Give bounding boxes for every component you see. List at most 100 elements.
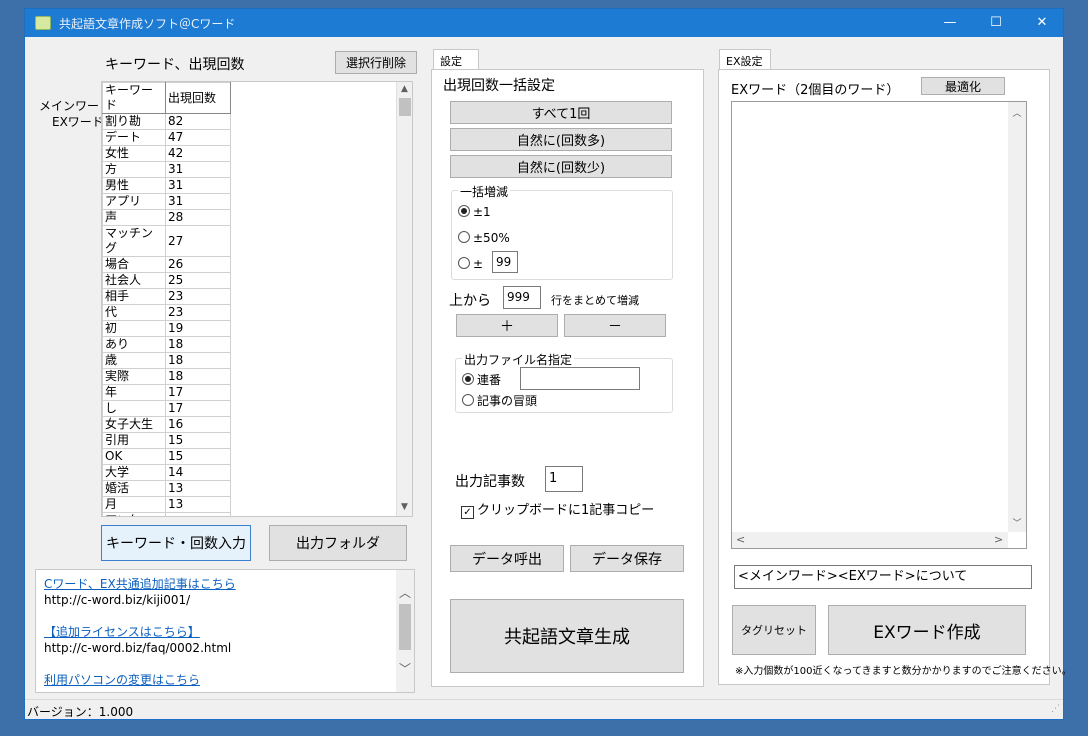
close-button[interactable]: ✕ bbox=[1019, 9, 1065, 37]
count-cell[interactable]: 42 bbox=[165, 145, 231, 162]
keyword-cell[interactable]: 割り勘 bbox=[102, 113, 166, 130]
table-row[interactable]: 社会人 25 bbox=[102, 272, 231, 289]
table-row[interactable]: 男性 31 bbox=[102, 177, 231, 194]
table-row[interactable]: 割り勘 82 bbox=[102, 113, 231, 130]
serial-filename-input[interactable] bbox=[520, 367, 640, 390]
count-cell[interactable]: 26 bbox=[165, 256, 231, 273]
save-data-button[interactable]: データ保存 bbox=[570, 545, 684, 572]
count-cell[interactable]: 17 bbox=[165, 400, 231, 417]
tag-reset-button[interactable]: タグリセット bbox=[732, 605, 816, 655]
keyword-cell[interactable]: アンケート bbox=[102, 512, 166, 516]
keyword-grid-scrollbar[interactable]: ▲ ▼ bbox=[396, 82, 412, 516]
keyword-cell[interactable]: 代 bbox=[102, 304, 166, 321]
ex-word-create-button[interactable]: EXワード作成 bbox=[828, 605, 1026, 655]
all-once-button[interactable]: すべて1回 bbox=[450, 101, 672, 124]
keyword-cell[interactable]: し bbox=[102, 400, 166, 417]
table-row[interactable]: 実際 18 bbox=[102, 368, 231, 385]
count-cell[interactable]: 31 bbox=[165, 161, 231, 178]
table-row[interactable]: デート 47 bbox=[102, 129, 231, 146]
keyword-cell[interactable]: 女子大生 bbox=[102, 416, 166, 433]
radio-plusminus-50[interactable]: ±50% bbox=[458, 231, 510, 245]
keyword-cell[interactable]: 月 bbox=[102, 496, 166, 513]
table-row[interactable]: アプリ 31 bbox=[102, 193, 231, 210]
maximize-button[interactable]: ☐ bbox=[973, 9, 1019, 37]
scroll-down-arrow-icon[interactable]: ▼ bbox=[397, 502, 412, 512]
ex-scroll-left-icon[interactable]: < bbox=[736, 533, 745, 546]
count-cell[interactable]: 16 bbox=[165, 416, 231, 433]
custom-amount-input[interactable]: 99 bbox=[492, 251, 518, 273]
natural-less-button[interactable]: 自然に(回数少) bbox=[450, 155, 672, 178]
count-cell[interactable]: 47 bbox=[165, 129, 231, 146]
keyword-cell[interactable]: 年 bbox=[102, 384, 166, 401]
keyword-cell[interactable]: 引用 bbox=[102, 432, 166, 449]
count-cell[interactable]: 31 bbox=[165, 177, 231, 194]
keyword-cell[interactable]: デート bbox=[102, 129, 166, 146]
table-row[interactable]: 婚活 13 bbox=[102, 480, 231, 497]
keyword-cell[interactable]: 歳 bbox=[102, 352, 166, 369]
keyword-cell[interactable]: 初 bbox=[102, 320, 166, 337]
count-cell[interactable]: 82 bbox=[165, 113, 231, 130]
table-row[interactable]: 方 31 bbox=[102, 161, 231, 178]
table-row[interactable]: 歳 18 bbox=[102, 352, 231, 369]
output-folder-button[interactable]: 出力フォルダ bbox=[269, 525, 407, 561]
count-cell[interactable]: 19 bbox=[165, 320, 231, 337]
load-data-button[interactable]: データ呼出 bbox=[450, 545, 564, 572]
table-row[interactable]: 月 13 bbox=[102, 496, 231, 513]
keyword-cell[interactable]: OK bbox=[102, 448, 166, 465]
table-row[interactable]: 初 19 bbox=[102, 320, 231, 337]
resize-grip-icon[interactable]: ⋰ bbox=[1051, 704, 1060, 714]
minimize-button[interactable]: — bbox=[927, 9, 973, 37]
delete-selected-rows-button[interactable]: 選択行削除 bbox=[335, 51, 417, 74]
count-cell[interactable]: 23 bbox=[165, 288, 231, 305]
ex-textarea-vscrollbar[interactable]: ︿ ﹀ bbox=[1008, 102, 1026, 532]
table-row[interactable]: 代 23 bbox=[102, 304, 231, 321]
count-cell[interactable]: 25 bbox=[165, 272, 231, 289]
radio-plusminus-custom[interactable]: ± bbox=[458, 257, 483, 271]
count-cell[interactable]: 15 bbox=[165, 448, 231, 465]
increase-button[interactable]: ＋ bbox=[456, 314, 558, 337]
tab-settings[interactable]: 設定 bbox=[433, 49, 479, 70]
radio-serial-number[interactable]: 連番 bbox=[462, 371, 501, 388]
decrease-button[interactable]: － bbox=[564, 314, 666, 337]
scroll-up-arrow-icon[interactable]: ▲ bbox=[397, 84, 412, 94]
count-cell[interactable]: 27 bbox=[165, 225, 231, 257]
keyword-cell[interactable]: 相手 bbox=[102, 288, 166, 305]
article-count-input[interactable]: 1 bbox=[545, 466, 583, 492]
count-cell[interactable]: 17 bbox=[165, 384, 231, 401]
count-cell[interactable]: 15 bbox=[165, 432, 231, 449]
ex-scroll-down-icon[interactable]: ﹀ bbox=[1008, 516, 1026, 529]
count-cell[interactable]: 18 bbox=[165, 336, 231, 353]
table-row[interactable]: 女性 42 bbox=[102, 145, 231, 162]
keyword-cell[interactable]: 方 bbox=[102, 161, 166, 178]
table-row[interactable]: アンケート13 bbox=[102, 512, 231, 516]
ex-scroll-up-icon[interactable]: ︿ bbox=[1008, 106, 1026, 119]
keyword-cell[interactable]: 大学 bbox=[102, 464, 166, 481]
table-row[interactable]: 相手 23 bbox=[102, 288, 231, 305]
keyword-cell[interactable]: 婚活 bbox=[102, 480, 166, 497]
keyword-cell[interactable]: 実際 bbox=[102, 368, 166, 385]
count-cell[interactable]: 28 bbox=[165, 209, 231, 226]
count-cell[interactable]: 18 bbox=[165, 368, 231, 385]
count-cell[interactable]: 18 bbox=[165, 352, 231, 369]
table-row[interactable]: 引用 15 bbox=[102, 432, 231, 449]
keyword-count-input-button[interactable]: キーワード・回数入力 bbox=[101, 525, 251, 561]
table-row[interactable]: 場合 26 bbox=[102, 256, 231, 273]
count-cell[interactable]: 13 bbox=[165, 480, 231, 497]
info-scrollbar-thumb[interactable] bbox=[399, 604, 411, 650]
ex-scroll-right-icon[interactable]: > bbox=[994, 533, 1003, 546]
radio-plusminus-1[interactable]: ±1 bbox=[458, 205, 491, 219]
count-cell[interactable]: 13 bbox=[165, 496, 231, 513]
column-header-count[interactable]: 出現回数 bbox=[165, 82, 231, 114]
table-row[interactable]: 大学 14 bbox=[102, 464, 231, 481]
table-row[interactable]: OK 15 bbox=[102, 448, 231, 465]
template-input[interactable]: <メインワード><EXワード>について bbox=[734, 565, 1032, 589]
optimize-button[interactable]: 最適化 bbox=[921, 77, 1005, 95]
table-row[interactable]: 女子大生 16 bbox=[102, 416, 231, 433]
table-row[interactable]: 声 28 bbox=[102, 209, 231, 226]
keyword-grid[interactable]: キーワード 出現回数 割り勘 82 デート 47 女性 42 方 31 男性 31 アプリ 31 声 28… bbox=[101, 81, 413, 517]
keyword-cell[interactable]: 場合 bbox=[102, 256, 166, 273]
table-row[interactable]: マッチング 27 bbox=[102, 225, 231, 257]
scrollbar-thumb[interactable] bbox=[399, 98, 411, 116]
radio-article-head[interactable]: 記事の冒頭 bbox=[462, 392, 537, 409]
table-row[interactable]: あり 18 bbox=[102, 336, 231, 353]
